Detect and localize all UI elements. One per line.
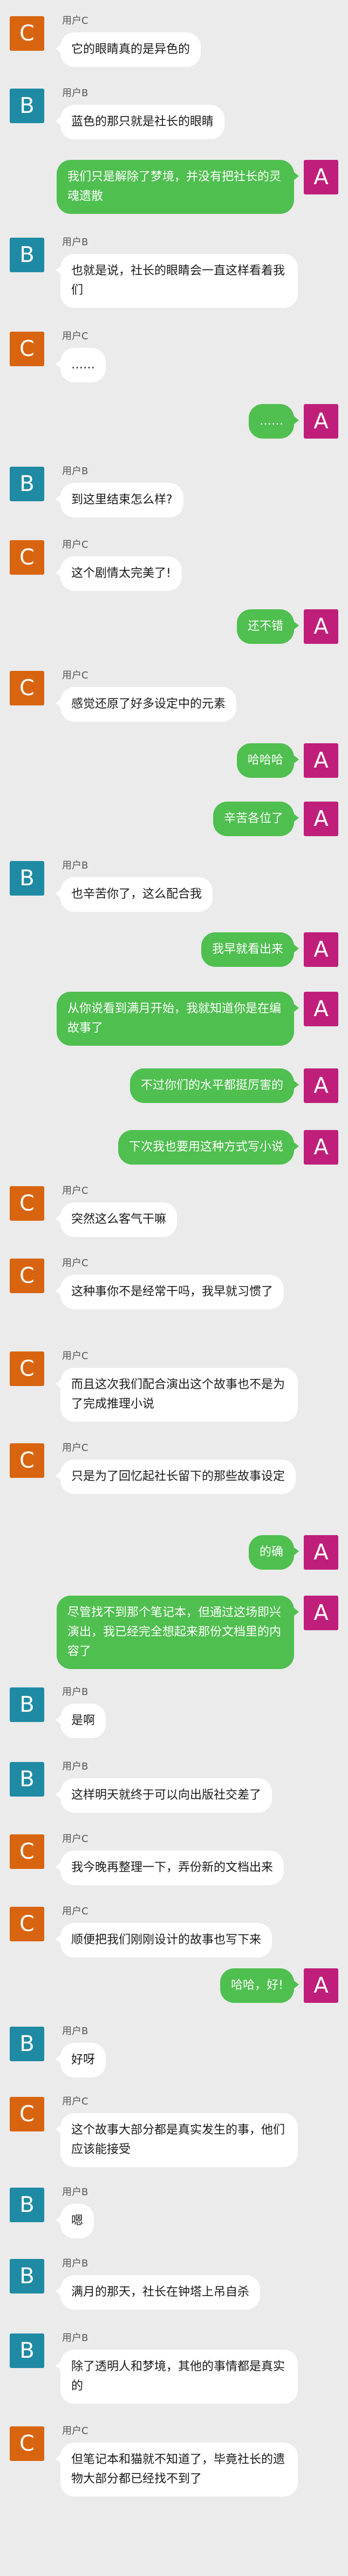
message-bubble[interactable]: 它的眼睛真的是异色的: [55, 32, 201, 67]
avatar[interactable]: B: [10, 89, 44, 123]
message-bubble[interactable]: 我们只是解除了梦境，并没有把社长的灵魂遗散: [57, 160, 299, 214]
avatar[interactable]: A: [304, 1596, 338, 1630]
message-bubble[interactable]: 这个剧情太完美了!: [56, 556, 182, 591]
message-bubble[interactable]: 突然这么客气干嘛: [55, 1202, 178, 1237]
message-bubble[interactable]: 感觉还原了好多设定中的元素: [55, 687, 237, 722]
message-bubble[interactable]: 嗯: [55, 2204, 94, 2238]
sender-name: 用户C: [62, 2096, 88, 2107]
avatar[interactable]: C: [10, 1443, 44, 1478]
avatar[interactable]: C: [10, 16, 44, 51]
avatar[interactable]: B: [10, 2188, 44, 2222]
avatar[interactable]: A: [304, 404, 338, 439]
avatar[interactable]: A: [304, 802, 338, 836]
message-bubble[interactable]: 也辛苦你了，这么配合我: [55, 877, 213, 912]
avatar[interactable]: C: [10, 540, 44, 575]
avatar[interactable]: B: [10, 1762, 44, 1797]
avatar[interactable]: A: [304, 992, 338, 1026]
avatar[interactable]: B: [10, 2259, 44, 2293]
sender-name: 用户B: [62, 2332, 88, 2344]
message-bubble[interactable]: 这个故事大部分都是真实发生的事，他们应该能接受: [56, 2113, 298, 2167]
sender-name: 用户B: [62, 466, 88, 477]
message-bubble[interactable]: 是啊: [55, 1704, 106, 1738]
avatar[interactable]: C: [10, 1259, 44, 1293]
message-bubble[interactable]: 我早就看出来: [201, 932, 299, 967]
avatar[interactable]: C: [10, 1834, 44, 1869]
sender-name: 用户C: [62, 539, 88, 550]
message-bubble[interactable]: 还不错: [236, 609, 299, 644]
message-bubble[interactable]: 但笔记本和猫就不知道了，毕竟社长的遗物大部分都已经找不到了: [56, 2443, 298, 2497]
sender-name: 用户B: [62, 2258, 88, 2269]
message-bubble[interactable]: 除了透明人和梦境，其他的事情都是真实的: [56, 2350, 298, 2404]
avatar[interactable]: A: [304, 743, 338, 778]
message-bubble[interactable]: 顺便把我们刚刚设计的故事也写下来: [55, 1923, 272, 1958]
avatar[interactable]: C: [10, 1907, 44, 1941]
sender-name: 用户C: [62, 1350, 88, 1362]
avatar[interactable]: C: [10, 671, 44, 705]
sender-name: 用户C: [62, 1442, 88, 1454]
avatar[interactable]: B: [10, 2333, 44, 2368]
avatar[interactable]: C: [10, 1351, 44, 1386]
sender-name: 用户C: [62, 670, 88, 681]
message-bubble[interactable]: 满月的那天，社长在钟塔上吊自杀: [55, 2275, 261, 2310]
avatar[interactable]: A: [304, 160, 338, 194]
sender-name: 用户B: [62, 2026, 88, 2037]
avatar[interactable]: B: [10, 1687, 44, 1722]
sender-name: 用户C: [62, 1257, 88, 1269]
message-bubble[interactable]: 哈哈哈: [236, 743, 299, 778]
avatar[interactable]: A: [304, 609, 338, 644]
message-bubble[interactable]: 尽管找不到那个笔记本，但通过这场即兴演出，我已经完全想起来那份文档里的内容了: [57, 1596, 299, 1669]
sender-name: 用户C: [62, 1833, 88, 1845]
message-bubble[interactable]: 从你说看到满月开始，我就知道你是在编故事了: [57, 992, 299, 1046]
sender-name: 用户C: [62, 1185, 88, 1196]
sender-name: 用户B: [62, 1686, 88, 1698]
message-bubble[interactable]: 下次我也要用这种方式写小说: [118, 1130, 299, 1165]
message-bubble[interactable]: 的确: [248, 1535, 299, 1570]
avatar[interactable]: B: [10, 238, 44, 272]
sender-name: 用户B: [62, 237, 88, 248]
sender-name: 用户B: [62, 88, 88, 99]
sender-name: 用户B: [62, 1761, 88, 1772]
sender-name: 用户C: [62, 331, 88, 342]
sender-name: 用户C: [62, 2425, 88, 2437]
avatar[interactable]: C: [10, 2097, 44, 2131]
message-bubble[interactable]: 只是为了回忆起社长留下的那些故事设定: [55, 1459, 296, 1494]
avatar[interactable]: A: [304, 932, 338, 967]
message-bubble[interactable]: ……: [56, 348, 106, 382]
message-bubble[interactable]: 蓝色的那只就是社长的眼睛: [55, 105, 225, 139]
sender-name: 用户C: [62, 15, 88, 26]
chat-log: C 用户C 它的眼睛真的是异色的 B 用户B 蓝色的那只就是社长的眼睛 A 我们只是解除了梦境…: [0, 0, 348, 2576]
sender-name: 用户B: [62, 860, 88, 871]
avatar[interactable]: B: [10, 2027, 44, 2061]
sender-name: 用户B: [62, 2187, 88, 2198]
avatar[interactable]: C: [10, 2426, 44, 2461]
avatar[interactable]: A: [304, 1130, 338, 1165]
avatar[interactable]: C: [10, 1186, 44, 1221]
avatar[interactable]: B: [10, 861, 44, 896]
message-bubble[interactable]: 好呀: [55, 2043, 106, 2077]
message-bubble[interactable]: 不过你们的水平都挺厉害的: [129, 1068, 299, 1103]
avatar[interactable]: A: [304, 1068, 338, 1103]
avatar[interactable]: B: [10, 467, 44, 501]
sender-name: 用户C: [62, 1906, 88, 1917]
message-bubble[interactable]: ……: [249, 404, 299, 439]
message-bubble[interactable]: 辛苦各位了: [213, 802, 299, 836]
message-bubble[interactable]: 而且这次我们配合演出这个故事也不是为了完成推理小说: [56, 1368, 298, 1422]
message-bubble[interactable]: 哈哈，好!: [220, 1968, 299, 2003]
avatar[interactable]: A: [304, 1968, 338, 2003]
avatar[interactable]: A: [304, 1535, 338, 1570]
message-bubble[interactable]: 这样明天就终于可以向出版社交差了: [55, 1778, 272, 1813]
avatar[interactable]: C: [10, 332, 44, 366]
message-bubble[interactable]: 我今晚再整理一下，弄份新的文档出来: [55, 1851, 284, 1885]
message-bubble[interactable]: 也就是说，社长的眼睛会一直这样看着我们: [56, 254, 298, 308]
message-bubble[interactable]: 到这里结束怎么样?: [56, 483, 183, 517]
message-bubble[interactable]: 这种事你不是经常干吗，我早就习惯了: [55, 1275, 284, 1309]
